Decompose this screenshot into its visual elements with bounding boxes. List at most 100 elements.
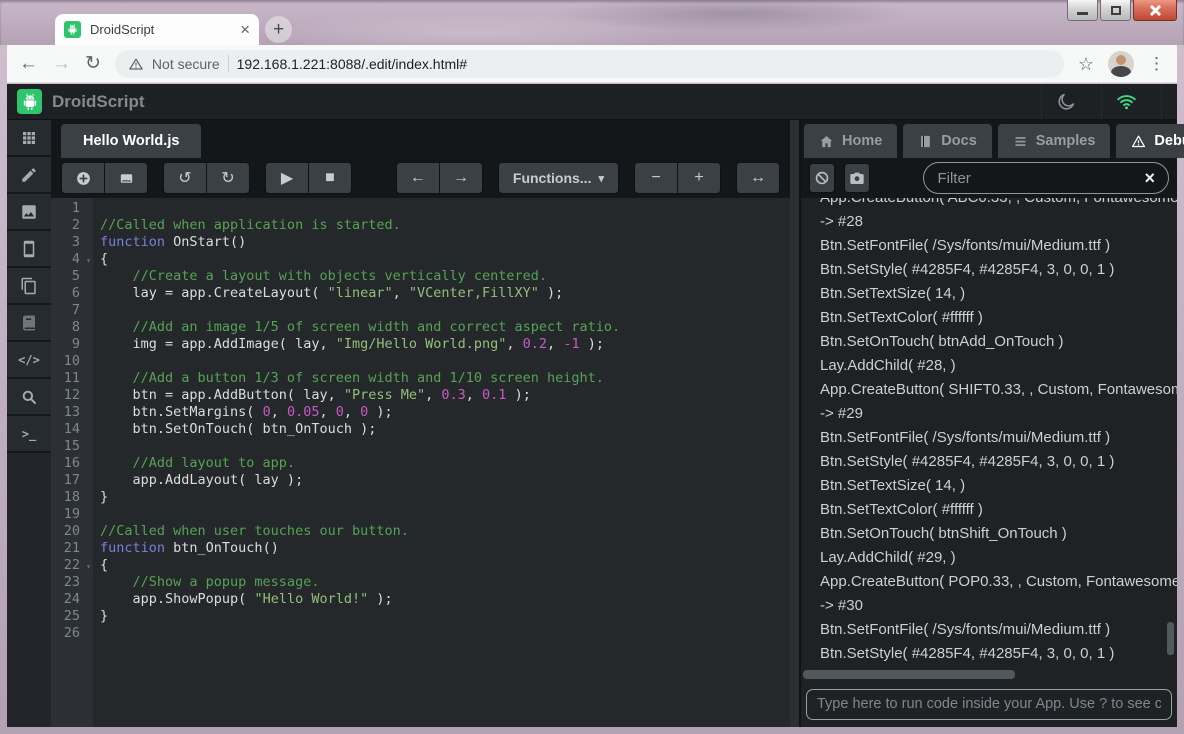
code-area[interactable]: //Called when application is started.fun… [93, 198, 790, 727]
code-line [100, 353, 790, 370]
bookmark-star-icon[interactable]: ☆ [1078, 55, 1094, 73]
code-line: //Called when application is started. [100, 217, 790, 234]
code-line: app.ShowPopup( "Hello World!" ); [100, 591, 790, 608]
security-label: Not secure [152, 56, 220, 72]
panel-resize-divider[interactable] [790, 120, 801, 727]
camera-icon [849, 170, 865, 186]
line-number: 13 [51, 404, 93, 421]
sidebar-book-button[interactable] [7, 305, 51, 342]
code-line [100, 302, 790, 319]
tab-debug[interactable]: Debug [1116, 124, 1184, 158]
sidebar-copy-button[interactable] [7, 268, 51, 305]
block-icon [814, 170, 830, 186]
app-title: DroidScript [52, 92, 145, 112]
sidebar-image-button[interactable] [7, 194, 51, 231]
home-icon [819, 134, 834, 149]
debug-line: Btn.SetOnTouch( btnShift_OnTouch ) [820, 522, 1177, 546]
dark-mode-button[interactable] [1041, 84, 1091, 120]
browser-menu-icon[interactable]: ⋮ [1148, 55, 1165, 72]
line-number: 11 [51, 370, 93, 387]
wifi-status-button[interactable] [1101, 84, 1151, 120]
screenshot-button[interactable] [844, 163, 870, 193]
minus-button[interactable]: − [634, 162, 678, 194]
tab-label: Home [842, 133, 882, 149]
filter-box[interactable]: × [923, 162, 1169, 194]
vertical-scrollbar-thumb[interactable] [1167, 622, 1174, 655]
forward-arrow-button[interactable]: → [439, 162, 483, 194]
tab-docs[interactable]: Docs [903, 124, 991, 158]
browser-back-button[interactable]: ← [19, 54, 38, 73]
maximize-button[interactable] [1100, 0, 1131, 21]
functions-dropdown[interactable]: Functions... ▾ [498, 162, 619, 194]
debug-line: Btn.SetStyle( #4285F4, #4285F4, 3, 0, 0,… [820, 450, 1177, 474]
redo-button[interactable]: ↻ [206, 162, 250, 194]
minimize-button[interactable] [1067, 0, 1098, 21]
console-input[interactable] [806, 689, 1172, 720]
code-line: //Called when user touches our button. [100, 523, 790, 540]
play-button[interactable]: ▶ [265, 162, 309, 194]
code-line [100, 438, 790, 455]
line-number: 25 [51, 608, 93, 625]
plus-button[interactable]: + [677, 162, 721, 194]
caret-down-icon: ▾ [598, 172, 604, 185]
app-body: </> >_ Hello World.js ↺ ↻ ▶ ■ ←→ Functions..… [7, 120, 1177, 727]
sidebar-terminal-button[interactable]: >_ [7, 416, 51, 453]
horizontal-scrollbar[interactable] [801, 669, 1177, 681]
browser-forward-button[interactable]: → [52, 54, 71, 73]
line-number-gutter: 1234▾5678910111213141516171819202122▾232… [51, 198, 93, 727]
debug-line: App.CreateButton( SHIFT0.33, , Custom, F… [820, 378, 1177, 402]
debug-line: Btn.SetOnTouch( btnAdd_OnTouch ) [820, 330, 1177, 354]
debug-line: App.CreateButton( ABC0.33, , Custom, Fon… [820, 198, 1177, 210]
tab-close-icon[interactable]: × [240, 21, 250, 38]
debug-output-panel[interactable]: App.CreateButton( ABC0.33, , Custom, Fon… [801, 198, 1177, 669]
plus-circle-icon [75, 170, 92, 187]
browser-tab[interactable]: DroidScript × [55, 14, 259, 45]
line-number: 9 [51, 336, 93, 353]
book-icon [20, 314, 38, 332]
new-tab-button[interactable]: + [265, 16, 292, 43]
wrap-button[interactable]: ↔ [736, 162, 780, 194]
undo-button[interactable]: ↺ [163, 162, 207, 194]
fold-marker-icon[interactable]: ▾ [86, 252, 91, 269]
line-number: 4▾ [51, 251, 93, 268]
clear-log-button[interactable] [809, 163, 835, 193]
browser-reload-button[interactable]: ↻ [85, 54, 101, 73]
close-button[interactable] [1133, 0, 1177, 21]
tab-label: Docs [941, 133, 976, 149]
horizontal-scrollbar-thumb[interactable] [803, 670, 1015, 679]
console-input-row [801, 681, 1177, 727]
sidebar-apps-grid-button[interactable] [7, 120, 51, 157]
address-bar[interactable]: Not secure 192.168.1.221:8088/.edit/inde… [115, 50, 1064, 78]
image-icon [20, 203, 38, 221]
undo-icon: ↺ [178, 168, 191, 188]
sidebar-code-button[interactable]: </> [7, 342, 51, 379]
sidebar-search-button[interactable] [7, 379, 51, 416]
tab-samples[interactable]: Samples [998, 124, 1111, 158]
filter-clear-icon[interactable]: × [1144, 169, 1155, 187]
terminal-icon: >_ [22, 427, 36, 441]
sidebar-phone-button[interactable] [7, 231, 51, 268]
code-editor[interactable]: 1234▾5678910111213141516171819202122▾232… [51, 198, 790, 727]
stop-icon: ■ [325, 169, 335, 187]
omnibox-divider [228, 55, 229, 72]
editor-column: Hello World.js ↺ ↻ ▶ ■ ←→ Functions... ▾ −+… [51, 120, 790, 727]
line-number: 15 [51, 438, 93, 455]
file-tab-label: Hello World.js [83, 133, 179, 149]
right-panel: HomeDocsSamplesDebug × App.CreateButton(… [801, 120, 1177, 727]
line-number: 26 [51, 625, 93, 642]
plus-circle-button[interactable] [61, 162, 105, 194]
fold-marker-icon[interactable]: ▾ [86, 558, 91, 575]
filter-input[interactable] [937, 170, 1136, 187]
file-tab-hello-world[interactable]: Hello World.js [61, 124, 201, 158]
back-arrow-button[interactable]: ← [396, 162, 440, 194]
stop-button[interactable]: ■ [308, 162, 352, 194]
sidebar-pencil-button[interactable] [7, 157, 51, 194]
code-line: btn.SetMargins( 0, 0.05, 0, 0 ); [100, 404, 790, 421]
debug-line: Btn.SetTextSize( 14, ) [820, 282, 1177, 306]
droidscript-logo-icon [17, 89, 42, 114]
save-button[interactable] [104, 162, 148, 194]
tab-home[interactable]: Home [804, 124, 897, 158]
profile-avatar[interactable] [1108, 51, 1134, 77]
minus-icon: − [651, 169, 660, 187]
line-number: 17 [51, 472, 93, 489]
